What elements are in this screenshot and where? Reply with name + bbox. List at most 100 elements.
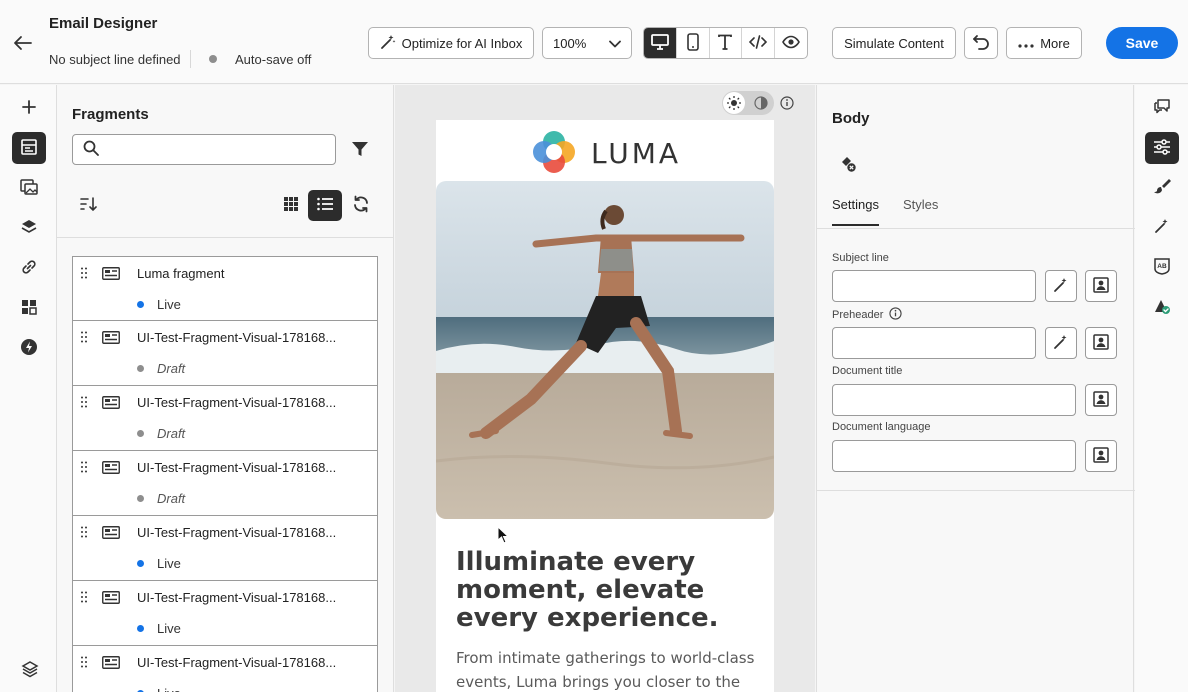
refresh-button[interactable] xyxy=(347,191,375,219)
fragment-type-icon xyxy=(102,526,120,542)
list-view-button[interactable] xyxy=(308,190,342,221)
layers-bottom-button[interactable] xyxy=(20,660,40,680)
personalization-icon xyxy=(1093,333,1109,353)
mobile-view-button[interactable] xyxy=(677,28,710,58)
fragment-list-item[interactable]: UI-Test-Fragment-Visual-178168... Live xyxy=(72,581,378,646)
actions-rail-button[interactable] xyxy=(12,332,46,364)
chevron-down-icon xyxy=(609,36,621,51)
simulate-content-button[interactable]: Simulate Content xyxy=(832,27,956,59)
email-body-text[interactable]: From intimate gatherings to world-class … xyxy=(456,646,756,692)
sliders-icon xyxy=(1153,138,1171,158)
tab-styles[interactable]: Styles xyxy=(903,197,938,226)
fragment-name: UI-Test-Fragment-Visual-178168... xyxy=(137,330,337,345)
fragment-list-item[interactable]: Luma fragment Live xyxy=(72,256,378,321)
subject-ai-button[interactable] xyxy=(1045,270,1077,302)
filter-button[interactable] xyxy=(349,139,371,161)
document-language-label: Document language xyxy=(832,421,930,433)
text-icon xyxy=(717,34,733,53)
links-rail-button[interactable] xyxy=(12,252,46,284)
zoom-select[interactable]: 100% xyxy=(542,27,632,59)
comments-icon xyxy=(1153,97,1171,118)
fragment-list-item[interactable]: UI-Test-Fragment-Visual-178168... Live xyxy=(72,646,378,692)
preheader-personalize-button[interactable] xyxy=(1085,327,1117,359)
accessibility-button[interactable]: AB xyxy=(1145,251,1179,283)
settings-rail-button[interactable] xyxy=(1145,132,1179,164)
fragment-status: Draft xyxy=(157,361,186,376)
optimize-label: Optimize for AI Inbox xyxy=(401,35,523,51)
undo-button[interactable] xyxy=(964,27,998,59)
fragments-panel: Fragments Luma fragment Live UI-Test-Fragm… xyxy=(57,85,394,692)
fragment-list-item[interactable]: UI-Test-Fragment-Visual-178168... Draft xyxy=(72,321,378,386)
mouse-cursor-icon xyxy=(497,525,510,547)
fragment-list-item[interactable]: UI-Test-Fragment-Visual-178168... Draft xyxy=(72,451,378,516)
assets-rail-button[interactable] xyxy=(12,172,46,204)
fragment-name: UI-Test-Fragment-Visual-178168... xyxy=(137,460,337,475)
document-language-field[interactable] xyxy=(832,440,1076,472)
email-preview[interactable]: LUMA Illuminate every moment, elevate ev… xyxy=(436,120,774,692)
validation-button[interactable] xyxy=(1145,291,1179,323)
app-header: Email Designer No subject line defined A… xyxy=(0,0,1188,84)
fragment-name: UI-Test-Fragment-Visual-178168... xyxy=(137,395,337,410)
optimize-ai-inbox-button[interactable]: Optimize for AI Inbox xyxy=(368,27,534,59)
code-view-button[interactable] xyxy=(742,28,776,58)
drag-handle-icon[interactable] xyxy=(81,656,87,671)
fragment-name: UI-Test-Fragment-Visual-178168... xyxy=(137,590,337,605)
subject-status: No subject line defined xyxy=(49,52,181,67)
fragments-rail-button[interactable] xyxy=(12,132,46,164)
svg-text:AB: AB xyxy=(1157,263,1167,270)
preheader-ai-button[interactable] xyxy=(1045,327,1077,359)
hero-image[interactable] xyxy=(436,181,774,519)
document-title-field[interactable] xyxy=(832,384,1076,416)
subject-line-field[interactable] xyxy=(832,270,1036,302)
fragment-list-item[interactable]: UI-Test-Fragment-Visual-178168... Draft xyxy=(72,386,378,451)
subject-personalize-button[interactable] xyxy=(1085,270,1117,302)
fragment-status: Draft xyxy=(157,491,186,506)
info-icon[interactable] xyxy=(889,307,903,323)
drag-handle-icon[interactable] xyxy=(81,461,87,476)
more-button[interactable]: More xyxy=(1006,27,1082,59)
document-title-label-text: Document title xyxy=(832,365,903,377)
body-settings-icon[interactable] xyxy=(839,155,857,176)
autosave-status: Auto-save off xyxy=(235,52,312,67)
layers-rail-button[interactable] xyxy=(12,212,46,244)
tab-settings[interactable]: Settings xyxy=(832,197,879,226)
grid-view-button[interactable] xyxy=(277,191,305,219)
fragment-status-dot xyxy=(137,301,144,308)
document-language-personalize-button[interactable] xyxy=(1085,440,1117,472)
back-arrow-icon[interactable] xyxy=(10,32,34,54)
properties-tabs: Settings Styles xyxy=(832,197,938,226)
desktop-icon xyxy=(650,33,669,53)
text-view-button[interactable] xyxy=(710,28,743,58)
logo-text: LUMA xyxy=(591,137,682,170)
comments-button[interactable] xyxy=(1145,91,1179,123)
desktop-view-button[interactable] xyxy=(644,28,677,58)
styles-rail-button[interactable] xyxy=(1145,171,1179,203)
drag-handle-icon[interactable] xyxy=(81,331,87,346)
sort-button[interactable] xyxy=(77,194,99,216)
fragment-type-icon xyxy=(102,396,120,412)
fragments-search-input[interactable] xyxy=(105,142,325,157)
preview-view-button[interactable] xyxy=(775,28,807,58)
fragment-list-item[interactable]: UI-Test-Fragment-Visual-178168... Live xyxy=(72,516,378,581)
preheader-field[interactable] xyxy=(832,327,1036,359)
view-mode-group xyxy=(643,27,808,59)
email-headline[interactable]: Illuminate every moment, elevate every e… xyxy=(456,548,756,632)
luma-logo[interactable]: LUMA xyxy=(531,129,681,178)
document-title-personalize-button[interactable] xyxy=(1085,384,1117,416)
personalization-icon xyxy=(1093,390,1109,410)
theme-toggle[interactable] xyxy=(722,91,774,115)
structure-rail-button[interactable] xyxy=(12,292,46,324)
save-button[interactable]: Save xyxy=(1106,27,1178,59)
fragment-name: Luma fragment xyxy=(137,266,225,281)
drag-handle-icon[interactable] xyxy=(81,396,87,411)
search-icon xyxy=(83,140,99,159)
drag-handle-icon[interactable] xyxy=(81,526,87,541)
drag-handle-icon[interactable] xyxy=(81,267,87,282)
drag-handle-icon[interactable] xyxy=(81,591,87,606)
add-button[interactable] xyxy=(12,92,46,124)
ai-assistant-button[interactable] xyxy=(1145,211,1179,243)
info-icon[interactable] xyxy=(780,96,794,113)
fragments-divider xyxy=(57,237,394,238)
preheader-label: Preheader xyxy=(832,307,903,323)
fragment-type-icon xyxy=(102,331,120,347)
